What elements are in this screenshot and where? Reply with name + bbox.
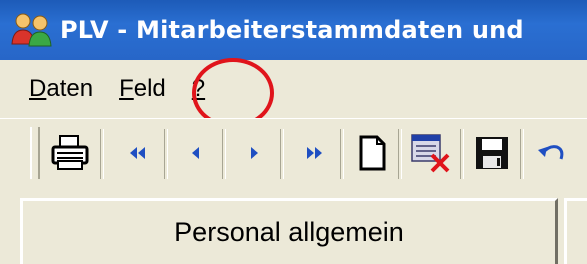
tab-label: Personal allgemein	[174, 217, 404, 247]
tab-strip: Personal allgemein	[0, 190, 587, 264]
menu-feld-accelerator: F	[119, 75, 134, 102]
save-icon	[476, 137, 508, 169]
menu-daten-accelerator: D	[29, 75, 47, 102]
toolbar-separator	[520, 129, 524, 179]
delete-record-button[interactable]	[408, 131, 452, 175]
new-record-icon	[359, 135, 386, 171]
tab-personal-allgemein[interactable]: Personal allgemein	[20, 198, 558, 264]
last-record-icon	[307, 147, 322, 159]
next-record-icon	[251, 147, 258, 159]
print-button[interactable]	[48, 131, 92, 175]
save-button[interactable]	[470, 131, 514, 175]
menu-daten[interactable]: Daten	[29, 75, 93, 103]
toolbar-separator	[340, 129, 344, 179]
toolbar-separator	[164, 129, 168, 179]
delete-record-icon	[411, 134, 450, 173]
print-icon	[51, 135, 89, 170]
first-record-icon	[130, 147, 145, 159]
undo-button[interactable]	[530, 131, 574, 175]
window-title: PLV - Mitarbeiterstammdaten und	[60, 16, 524, 44]
menu-help-accelerator: ?	[191, 75, 206, 102]
menu-feld[interactable]: Feld	[119, 75, 166, 103]
toolbar-grip[interactable]	[30, 127, 40, 179]
toolbar-separator	[398, 129, 402, 179]
menu-bar: Daten Feld ?	[0, 60, 587, 118]
last-record-button[interactable]	[292, 131, 336, 175]
menu-help[interactable]: ?	[192, 75, 205, 103]
toolbar-separator	[222, 129, 226, 179]
toolbar	[0, 118, 587, 191]
first-record-button[interactable]	[116, 131, 160, 175]
toolbar-separator	[280, 129, 284, 179]
toolbar-separator	[460, 129, 464, 179]
people-icon	[10, 10, 54, 50]
previous-record-button[interactable]	[174, 131, 218, 175]
toolbar-separator	[100, 129, 104, 179]
menu-feld-label: eld	[133, 75, 166, 102]
tab-next[interactable]	[564, 198, 587, 264]
title-bar: PLV - Mitarbeiterstammdaten und	[0, 0, 587, 60]
menu-daten-label: aten	[46, 75, 94, 102]
previous-record-icon	[192, 147, 199, 159]
undo-icon	[538, 145, 564, 160]
new-record-button[interactable]	[350, 131, 394, 175]
next-record-button[interactable]	[232, 131, 276, 175]
